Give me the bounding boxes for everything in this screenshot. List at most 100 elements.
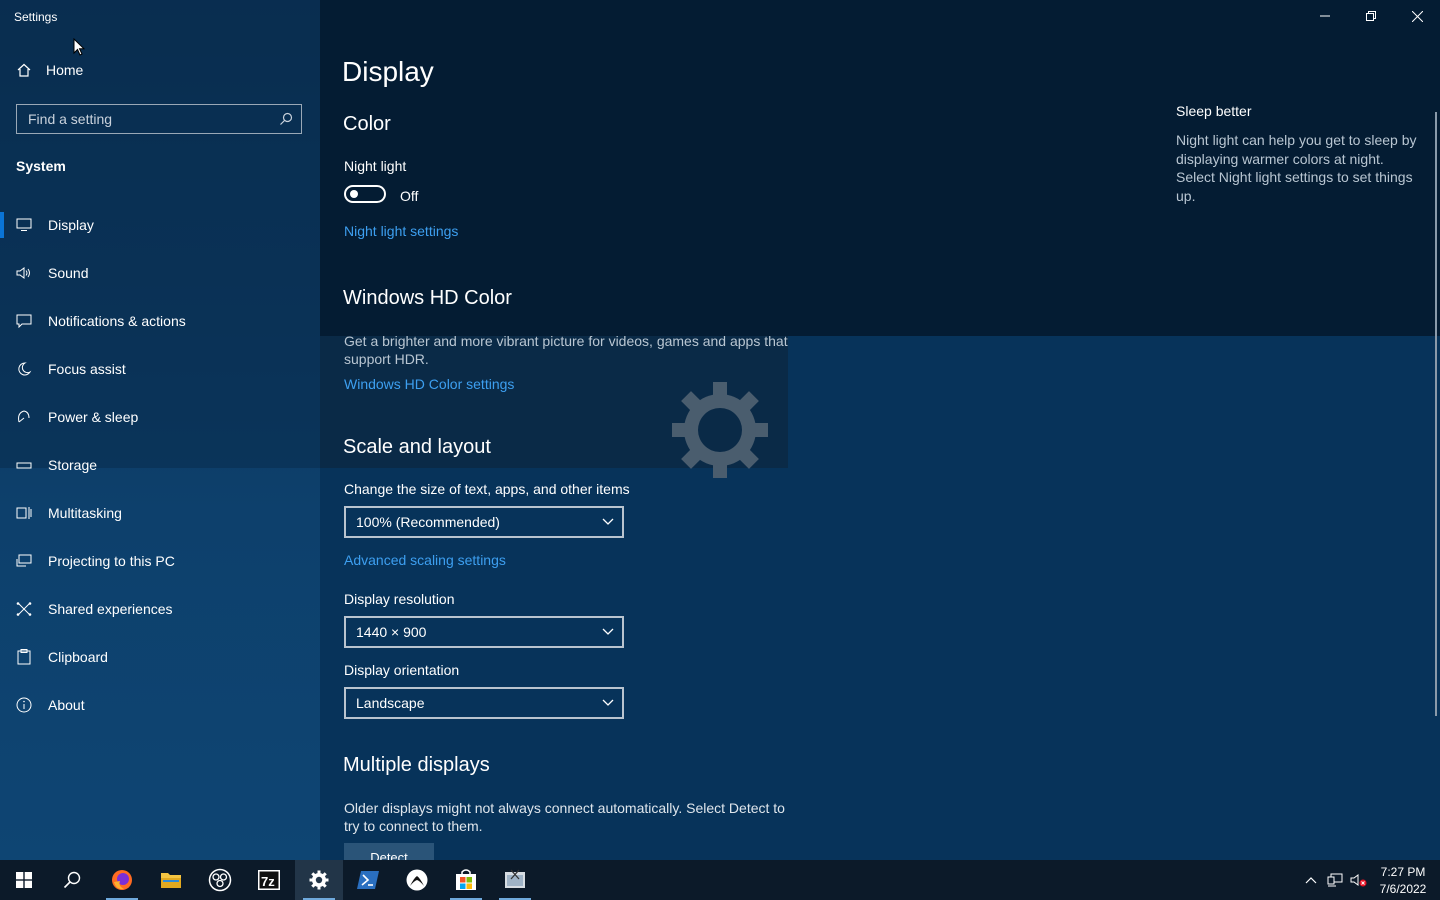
monitor-icon xyxy=(16,218,32,232)
mouse-cursor-icon xyxy=(73,38,85,56)
shared-icon xyxy=(16,602,32,616)
page-title: Display xyxy=(342,56,434,87)
search-icon xyxy=(280,112,293,125)
sidebar-item-focus-assist[interactable]: Focus assist xyxy=(16,357,306,381)
power-icon xyxy=(16,410,32,424)
project-icon xyxy=(16,554,32,568)
taskbar-settings[interactable] xyxy=(295,860,343,900)
window-title: Settings xyxy=(14,10,58,24)
powershell-icon xyxy=(357,871,379,889)
taskbar: 7z 7:27 PM 7/6/2022 xyxy=(0,860,1440,900)
drive-icon xyxy=(16,458,32,472)
size-label: Change the size of text, apps, and other… xyxy=(344,481,630,497)
sidebar-item-clipboard[interactable]: Clipboard xyxy=(16,645,306,669)
clock-time: 7:27 PM xyxy=(1380,865,1426,879)
taskbar-snipping-tool[interactable] xyxy=(491,860,539,900)
scale-value: 100% (Recommended) xyxy=(356,514,500,530)
taskbar-firefox[interactable] xyxy=(98,860,146,900)
message-icon xyxy=(16,314,32,328)
sidebar-item-label: Multitasking xyxy=(48,505,122,521)
sidebar-item-label: Storage xyxy=(48,457,98,473)
minimize-button[interactable] xyxy=(1302,0,1348,32)
7zip-icon: 7z xyxy=(258,870,280,890)
folder-icon xyxy=(161,873,181,888)
speaker-icon xyxy=(16,266,32,280)
settings-gear-icon xyxy=(309,870,329,890)
close-button[interactable] xyxy=(1394,0,1440,32)
sidebar-item-label: Notifications & actions xyxy=(48,313,186,329)
night-light-settings-link[interactable]: Night light settings xyxy=(344,223,458,239)
clipboard-icon xyxy=(16,649,32,665)
network-tray-button[interactable] xyxy=(1324,860,1346,900)
search-placeholder: Find a setting xyxy=(28,111,113,127)
taskbar-store[interactable] xyxy=(442,860,490,900)
taskbar-powershell[interactable] xyxy=(344,860,392,900)
orientation-label: Display orientation xyxy=(344,662,460,678)
sidebar-item-storage[interactable]: Storage xyxy=(16,453,306,477)
toggle-knob xyxy=(350,190,358,198)
hd-color-heading: Windows HD Color xyxy=(343,287,512,309)
orientation-dropdown[interactable]: Landscape xyxy=(344,687,624,719)
restore-button[interactable] xyxy=(1348,0,1394,32)
scale-layout-heading: Scale and layout xyxy=(343,436,491,458)
multitask-icon xyxy=(16,506,32,520)
sidebar-item-sound[interactable]: Sound xyxy=(16,261,306,285)
detect-button[interactable]: Detect xyxy=(344,843,434,860)
firefox-icon xyxy=(112,870,132,890)
night-light-toggle[interactable] xyxy=(344,185,386,203)
color-heading: Color xyxy=(343,113,391,135)
sidebar-item-projecting[interactable]: Projecting to this PC xyxy=(16,549,306,573)
taskbar-file-explorer[interactable] xyxy=(147,860,195,900)
scale-dropdown[interactable]: 100% (Recommended) xyxy=(344,506,624,538)
show-hidden-icons-button[interactable] xyxy=(1300,860,1322,900)
moon-icon xyxy=(16,362,32,376)
restore-icon xyxy=(1366,11,1376,21)
home-label: Home xyxy=(46,62,84,78)
sidebar-item-notifications[interactable]: Notifications & actions xyxy=(16,309,306,333)
sidebar-item-about[interactable]: About xyxy=(16,693,306,717)
sidebar-item-multitasking[interactable]: Multitasking xyxy=(16,501,306,525)
sidebar-item-label: Focus assist xyxy=(48,361,126,377)
volume-tray-button[interactable] xyxy=(1348,860,1370,900)
sidebar-item-label: Clipboard xyxy=(48,649,108,665)
hd-color-settings-link[interactable]: Windows HD Color settings xyxy=(344,376,514,392)
chevron-down-icon xyxy=(602,628,614,635)
resolution-dropdown[interactable]: 1440 × 900 xyxy=(344,616,624,648)
start-button[interactable] xyxy=(0,860,48,900)
sidebar-item-power-sleep[interactable]: Power & sleep xyxy=(16,405,306,429)
search-input[interactable]: Find a setting xyxy=(16,104,302,134)
home-icon xyxy=(17,63,31,77)
sidebar-item-label: Shared experiences xyxy=(48,601,173,617)
hd-color-description-line2: support HDR. xyxy=(344,351,429,367)
taskbar-clock[interactable]: 7:27 PM 7/6/2022 xyxy=(1372,864,1434,898)
multiple-displays-description-line2: try to connect to them. xyxy=(344,818,483,834)
sidebar-item-label: Power & sleep xyxy=(48,409,139,425)
sidebar-item-label: About xyxy=(48,697,85,713)
sidebar-item-label: Sound xyxy=(48,265,89,281)
home-nav-item[interactable]: Home xyxy=(16,62,83,78)
selected-indicator xyxy=(0,212,4,238)
resolution-value: 1440 × 900 xyxy=(356,624,427,640)
sidebar-item-shared-experiences[interactable]: Shared experiences xyxy=(16,597,306,621)
snipping-tool-icon xyxy=(505,869,525,888)
side-panel-description: Night light can help you get to sleep by… xyxy=(1176,132,1417,204)
advanced-scaling-link[interactable]: Advanced scaling settings xyxy=(344,552,506,568)
resolution-label: Display resolution xyxy=(344,591,455,607)
network-icon xyxy=(1327,873,1343,887)
close-icon xyxy=(1411,10,1423,22)
sidebar-item-label: Display xyxy=(48,217,94,233)
night-light-state: Off xyxy=(400,188,419,204)
sidebar-item-display[interactable]: Display xyxy=(16,213,306,237)
taskbar-obs[interactable] xyxy=(196,860,244,900)
windows-logo-icon xyxy=(16,872,32,888)
scrollbar[interactable] xyxy=(1435,112,1437,716)
obs-icon xyxy=(208,868,232,892)
taskbar-xbox[interactable] xyxy=(393,860,441,900)
taskbar-7zip[interactable]: 7z xyxy=(245,860,293,900)
chevron-down-icon xyxy=(602,518,614,525)
loading-gear-icon xyxy=(672,382,768,478)
night-light-label: Night light xyxy=(344,158,407,174)
svg-text:7z: 7z xyxy=(261,874,275,889)
info-icon xyxy=(16,697,32,713)
taskbar-search-button[interactable] xyxy=(48,860,96,900)
